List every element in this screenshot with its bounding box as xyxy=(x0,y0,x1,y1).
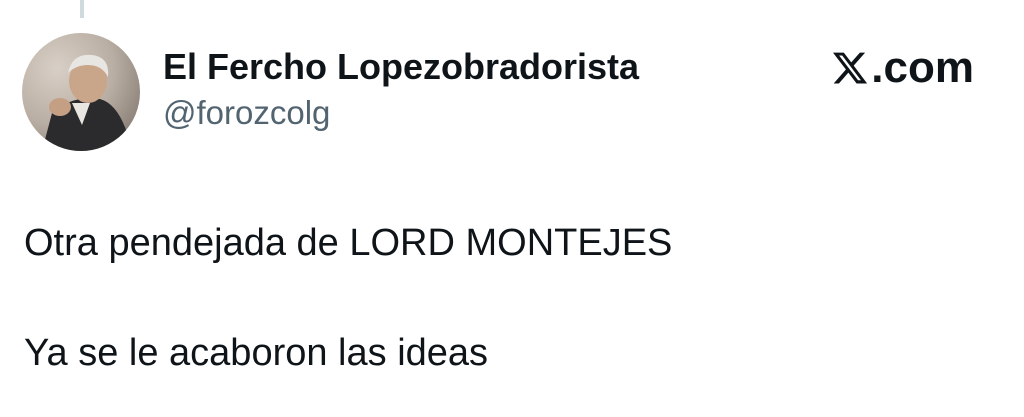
thread-connector-line xyxy=(80,0,84,18)
author-handle[interactable]: @forozcolg xyxy=(163,91,639,135)
tweet-author: El Fercho Lopezobradorista @forozcolg xyxy=(163,43,639,135)
brand-domain-text: .com xyxy=(871,43,974,92)
tweet-text-line: Ya se le acaboron las ideas xyxy=(24,332,489,374)
author-display-name[interactable]: El Fercho Lopezobradorista xyxy=(163,43,639,91)
x-brand-watermark: .com xyxy=(831,43,974,93)
avatar-photo-icon xyxy=(22,33,140,151)
avatar[interactable] xyxy=(22,33,140,151)
tweet-text: Otra pendejada de LORD MONTEJES Ya se le… xyxy=(24,218,672,378)
x-logo-icon xyxy=(833,52,868,84)
tweet-text-line: Otra pendejada de LORD MONTEJES xyxy=(24,222,673,264)
